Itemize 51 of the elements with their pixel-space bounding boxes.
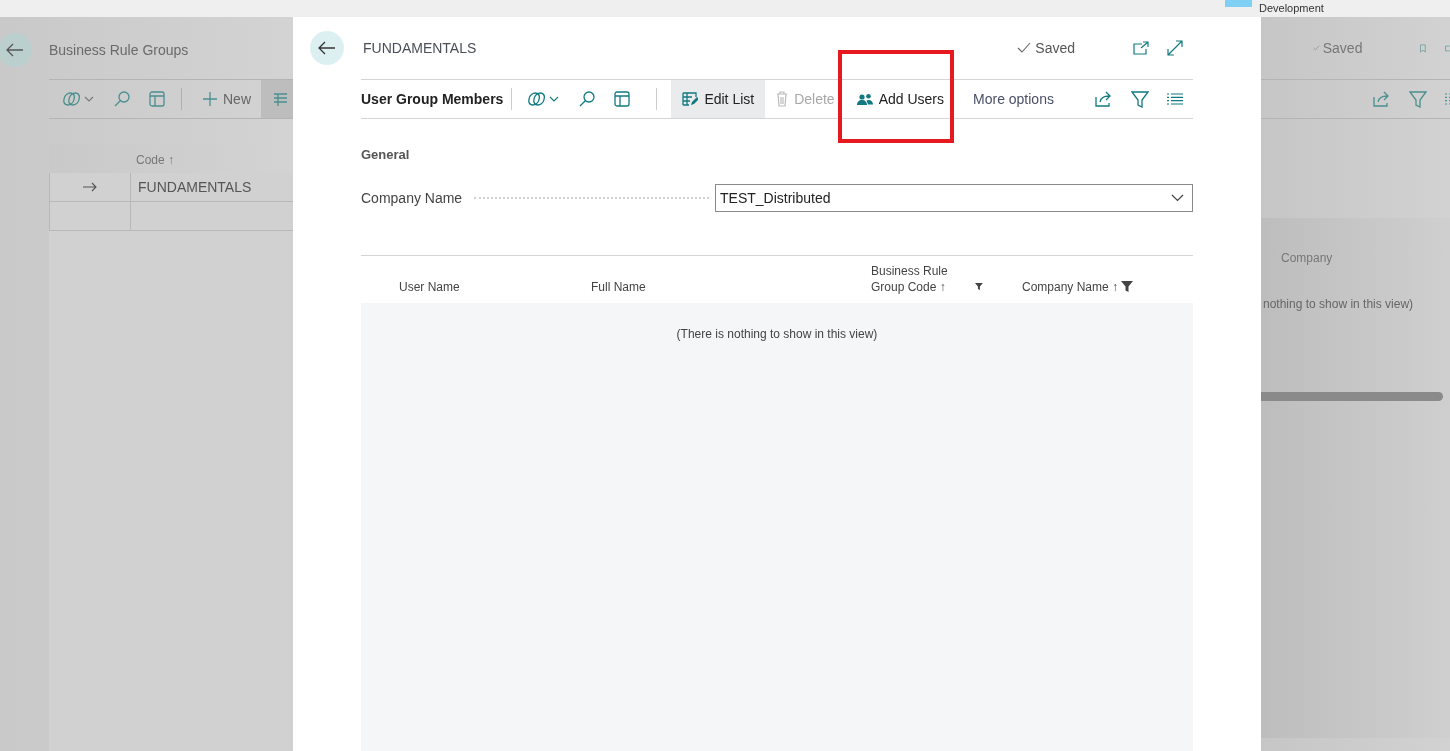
- edit-list-button[interactable]: Edit List: [671, 80, 766, 118]
- plus-icon: [202, 91, 218, 107]
- share-icon[interactable]: [1095, 91, 1113, 107]
- list-icon[interactable]: [1445, 93, 1450, 105]
- column-header[interactable]: User Name: [399, 279, 591, 295]
- add-users-button[interactable]: Add Users: [845, 80, 955, 118]
- open-new-window-icon[interactable]: [1133, 41, 1149, 55]
- empty-table-row[interactable]: [49, 202, 293, 231]
- layout-icon[interactable]: [149, 91, 165, 107]
- trash-icon: [776, 91, 789, 107]
- company-name-dropdown[interactable]: TEST_Distributed: [715, 184, 1193, 212]
- dialog-title: FUNDAMENTALS: [363, 40, 477, 56]
- saved-status: Saved: [1322, 40, 1363, 56]
- page-title: Business Rule Groups: [49, 41, 189, 58]
- edit-list-icon: [682, 92, 699, 106]
- expand-icon[interactable]: [1167, 40, 1183, 56]
- filter-icon[interactable]: [1131, 90, 1149, 108]
- column-header[interactable]: Full Name: [591, 279, 871, 295]
- saved-status: Saved: [1035, 40, 1075, 56]
- chevron-down-icon: [1171, 194, 1184, 202]
- search-icon[interactable]: [578, 90, 597, 108]
- empty-message: (There is nothing to show in this view): [676, 327, 878, 342]
- empty-message: nothing to show in this view): [1263, 297, 1414, 311]
- environment-name: Development: [1259, 1, 1324, 15]
- table-edit-icon: [273, 92, 287, 106]
- scrollbar[interactable]: [1261, 392, 1443, 401]
- overlap-icon[interactable]: [61, 90, 95, 108]
- column-header[interactable]: Business Rule Group Code ↑: [871, 263, 983, 295]
- back-button[interactable]: [310, 31, 344, 65]
- overlap-icon[interactable]: [526, 90, 561, 108]
- layout-icon[interactable]: [614, 91, 631, 107]
- field-label: Company Name: [361, 190, 463, 206]
- environment-badge: [1225, 0, 1252, 7]
- section-heading: General: [361, 147, 411, 162]
- more-options-button[interactable]: More options: [955, 91, 1054, 107]
- back-arrow-icon: [6, 43, 24, 57]
- row-selector-cell[interactable]: [49, 173, 131, 201]
- toolbar-title: User Group Members: [361, 91, 504, 107]
- column-header[interactable]: Company Name ↑: [1022, 279, 1193, 295]
- table-cell-text: FUNDAMENTALS: [137, 178, 253, 197]
- edit-list-button[interactable]: [261, 80, 293, 118]
- check-icon: [1017, 42, 1032, 54]
- list-icon[interactable]: [1167, 93, 1183, 105]
- back-arrow-icon: [318, 41, 336, 55]
- share-icon[interactable]: [1373, 91, 1391, 107]
- users-icon: [856, 92, 873, 106]
- search-icon[interactable]: [113, 90, 131, 108]
- check-icon: [1313, 42, 1320, 54]
- new-button[interactable]: New: [190, 91, 261, 107]
- back-button[interactable]: [0, 33, 32, 67]
- filter-icon[interactable]: [1409, 90, 1427, 108]
